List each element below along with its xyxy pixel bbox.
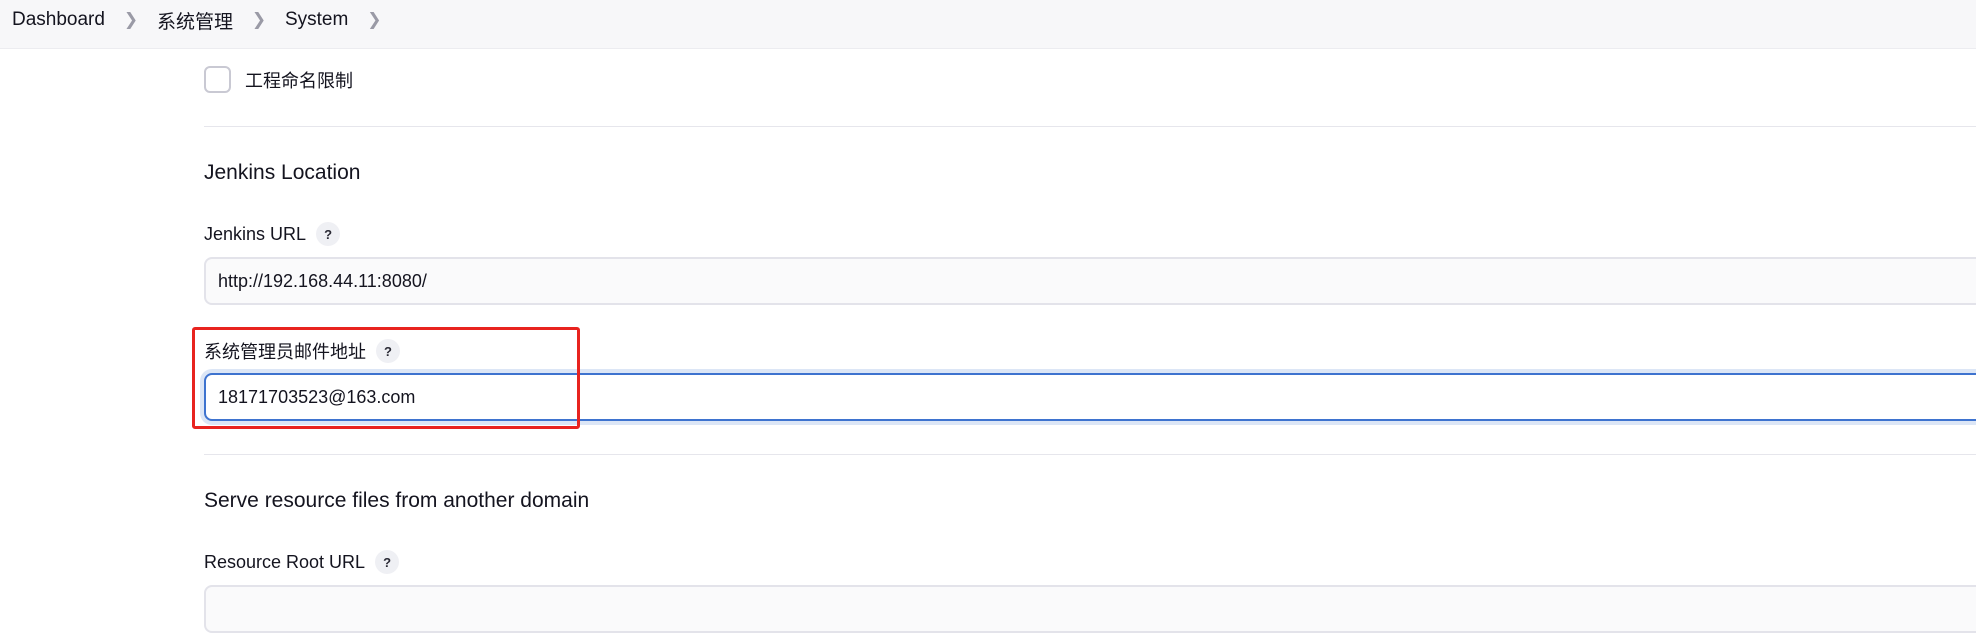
help-icon[interactable]: ? <box>376 339 400 363</box>
chevron-right-icon[interactable]: ❯ <box>117 10 145 30</box>
jenkins-url-label: Jenkins URL ? <box>204 222 340 246</box>
admin-email-label: 系统管理员邮件地址 ? <box>204 338 400 364</box>
section-divider <box>204 126 1976 127</box>
breadcrumb-manage[interactable]: 系统管理 <box>157 7 233 34</box>
breadcrumb-dashboard[interactable]: Dashboard <box>12 9 105 31</box>
breadcrumb-system[interactable]: System <box>285 9 348 31</box>
resource-root-url-label-text: Resource Root URL <box>204 552 365 573</box>
project-naming-row: 工程命名限制 <box>204 66 353 93</box>
help-icon[interactable]: ? <box>316 222 340 246</box>
chevron-right-icon[interactable]: ❯ <box>245 10 273 30</box>
chevron-right-icon[interactable]: ❯ <box>360 10 388 30</box>
config-form: 工程命名限制 Jenkins Location Jenkins URL ? 系统… <box>204 49 1976 626</box>
resource-root-url-label: Resource Root URL ? <box>204 550 399 574</box>
admin-email-input[interactable] <box>204 373 1976 421</box>
help-icon[interactable]: ? <box>375 550 399 574</box>
breadcrumb: Dashboard ❯ 系统管理 ❯ System ❯ <box>12 0 400 40</box>
admin-email-label-text: 系统管理员邮件地址 <box>204 338 366 364</box>
jenkins-location-title: Jenkins Location <box>204 161 360 185</box>
top-bar: Dashboard ❯ 系统管理 ❯ System ❯ <box>0 0 1976 49</box>
section-divider <box>204 454 1976 455</box>
jenkins-url-input[interactable] <box>204 257 1976 305</box>
project-naming-label: 工程命名限制 <box>245 67 353 93</box>
project-naming-checkbox[interactable] <box>204 66 231 93</box>
jenkins-url-label-text: Jenkins URL <box>204 224 306 245</box>
resource-domain-title: Serve resource files from another domain <box>204 489 589 513</box>
